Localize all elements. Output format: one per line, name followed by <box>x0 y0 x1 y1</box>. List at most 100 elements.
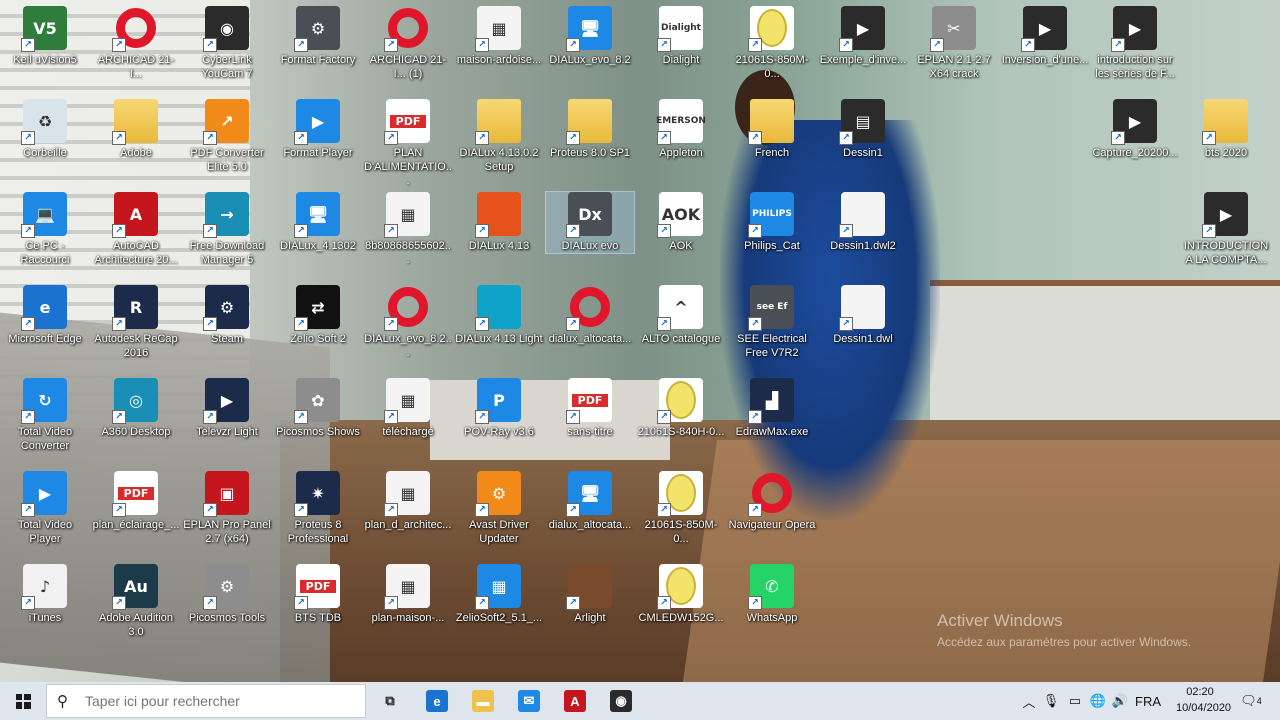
desktop-icon[interactable]: ▶ ↗ introduction sur les séries de F... <box>1091 6 1179 81</box>
desktop-icon[interactable]: ▦ ↗ téléchargé <box>364 378 452 439</box>
desktop-icon[interactable]: ⚙ ↗ Format Factory <box>274 6 362 67</box>
desktop-icon[interactable]: 🖥 ↗ DIALux_4.1302 <box>274 192 362 253</box>
search-input[interactable] <box>83 692 347 710</box>
desktop-icon[interactable]: 🖥 ↗ dialux_altocata... <box>546 471 634 532</box>
taskbar-app-mail[interactable]: ✉ <box>506 682 552 720</box>
autocad-icon: A <box>564 690 586 712</box>
desktop-icon[interactable]: ↗ dialux_altocata... <box>546 285 634 346</box>
desktop-icon[interactable]: ◎ ↗ A360 Desktop <box>92 378 180 439</box>
desktop-icon[interactable]: ↗ CMLEDW152G... <box>637 564 725 625</box>
desktop-icon[interactable]: ↗ ARCHICAD 21-I... <box>92 6 180 81</box>
shortcut-arrow-icon: ↗ <box>294 503 308 517</box>
windows-logo-icon <box>15 693 31 709</box>
desktop-icon[interactable]: ↗ ARCHICAD 21-I... (1) <box>364 6 452 81</box>
taskbar-app-edge[interactable]: e <box>414 682 460 720</box>
desktop-icon[interactable]: ↗ ↗ PDF Converter Elite 5.0 <box>183 99 271 174</box>
desktop-icon[interactable]: ↗ plan_éclairage_... <box>92 471 180 532</box>
desktop-icon[interactable]: ↗ Dessin1.dwl2 <box>819 192 907 253</box>
desktop-icon[interactable]: see Ef ↗ SEE Electrical Free V7R2 <box>728 285 816 360</box>
desktop-icon[interactable]: P ↗ POV-Ray v3.6 <box>455 378 543 439</box>
desktop-icon[interactable]: EMERSON ↗ Appleton <box>637 99 725 160</box>
desktop-icon[interactable]: 💻 ↗ Ce PC - Raccourci <box>1 192 89 267</box>
start-button[interactable] <box>0 682 46 720</box>
desktop-icon[interactable]: ⚙ ↗ Steam <box>183 285 271 346</box>
desktop-icon[interactable]: ↗ DIALux 4.13 <box>455 192 543 253</box>
desktop-icon[interactable]: ↗ Navigateur Opera <box>728 471 816 532</box>
clock[interactable]: 02:20 10/04/2020 <box>1176 684 1231 716</box>
desktop-icon[interactable]: ▦ ↗ ZelioSoft2_5.1_... <box>455 564 543 625</box>
desktop-icon[interactable]: ↗ 21061S-840H-0... <box>637 378 725 439</box>
microphone-icon[interactable]: 🎙 <box>1042 682 1060 720</box>
desktop-icon[interactable]: V5 ↗ Keil uVision5 <box>1 6 89 67</box>
desktop-icon[interactable]: ↗ BTS TDB <box>274 564 362 625</box>
app-icon: ▶ ↗ <box>1111 6 1157 52</box>
desktop-icon[interactable]: ◉ ↗ CyberLink YouCam 7 <box>183 6 271 81</box>
desktop-icon[interactable]: ⚙ ↗ Picosmos Tools <box>183 564 271 625</box>
desktop-icon[interactable]: ▶ ↗ Inversion_d'une... <box>1001 6 1089 67</box>
app-icon: ↗ <box>566 99 612 145</box>
desktop-icon[interactable]: ▦ ↗ plan_d_architec... <box>364 471 452 532</box>
desktop-icon[interactable]: ↻ ↗ Total Video Converter <box>1 378 89 453</box>
desktop-icon[interactable]: ▤ ↗ Dessin1 <box>819 99 907 160</box>
desktop-icon[interactable]: ↗ DIALux 4.13.0.2 Setup <box>455 99 543 174</box>
desktop-icon[interactable]: e ↗ Microsoft Edge <box>1 285 89 346</box>
desktop-icon[interactable]: Dialight ↗ Dialight <box>637 6 725 67</box>
desktop-icon[interactable]: ▟ ↗ EdrawMax.exe <box>728 378 816 439</box>
shortcut-arrow-icon: ↗ <box>566 38 580 52</box>
taskbar-app-file-explorer[interactable]: ▬ <box>460 682 506 720</box>
desktop-icon[interactable]: ↗ PLAN D'ALIMENTATIO... <box>364 99 452 188</box>
desktop-icon[interactable]: PHILIPS ↗ Philips_Cat <box>728 192 816 253</box>
app-icon: ↗ <box>112 6 158 52</box>
desktop-icon[interactable]: ▶ ↗ Total Video Player <box>1 471 89 546</box>
taskbar-app-youcam[interactable]: ◉ <box>598 682 644 720</box>
desktop-icon[interactable]: ▶ ↗ Exemple_d'inve... <box>819 6 907 67</box>
show-hidden-icons-chevron-icon[interactable]: ︿ <box>1020 682 1038 720</box>
desktop-icon[interactable]: ↗ Arlight <box>546 564 634 625</box>
desktop-icon[interactable]: ↗ Dessin1.dwl <box>819 285 907 346</box>
desktop-icon[interactable]: ✆ ↗ WhatsApp <box>728 564 816 625</box>
desktop-icon[interactable]: A ↗ AutoCAD Architecture 20... <box>92 192 180 267</box>
desktop-icon[interactable]: ▦ ↗ plan-maison-... <box>364 564 452 625</box>
desktop-icon[interactable]: ⚙ ↗ Avast Driver Updater <box>455 471 543 546</box>
desktop-icon[interactable]: ↗ 21061S-850M-0... <box>728 6 816 81</box>
desktop-icon[interactable]: Dx ↗ DIALux evo <box>545 191 635 254</box>
desktop-icon[interactable]: ↗ DIALux 4.13 Light <box>455 285 543 346</box>
desktop-icon[interactable]: ↗ bts 2020 <box>1182 99 1270 160</box>
action-center-button[interactable]: 🗨 4 <box>1234 682 1268 720</box>
desktop-icon[interactable]: ⇄ ↗ Zelio Soft 2 <box>274 285 362 346</box>
desktop-icon[interactable]: ↗ 21061S-850M-0... <box>637 471 725 546</box>
desktop-icon[interactable]: ▶ ↗ INTRODUCTION A LA COMPTA... <box>1182 192 1270 267</box>
shortcut-arrow-icon: ↗ <box>112 38 126 52</box>
desktop-icon[interactable]: ▶ ↗ Televzr Light <box>183 378 271 439</box>
desktop-icon[interactable]: ♻ ↗ Corbeille <box>1 99 89 160</box>
taskbar-app-autocad[interactable]: A <box>552 682 598 720</box>
desktop-icon[interactable]: ✂ ↗ EPLAN 2.1-2.7 X64 crack <box>910 6 998 81</box>
desktop-icon[interactable]: ♪ ↗ iTunes <box>1 564 89 625</box>
desktop-icon[interactable]: ✿ ↗ Picosmos Shows <box>274 378 362 439</box>
desktop-icon[interactable]: 🖥 ↗ DIALux_evo_8.2 <box>546 6 634 67</box>
desktop-icon[interactable]: ▦ ↗ 8b80868655602... <box>364 192 452 267</box>
network-icon[interactable]: 🌐 <box>1088 682 1108 720</box>
shortcut-arrow-icon: ↗ <box>294 131 308 145</box>
desktop-icon[interactable]: AOK ↗ AOK <box>637 192 725 253</box>
battery-icon[interactable]: ▭ <box>1064 682 1086 720</box>
app-icon: ↗ <box>566 564 612 610</box>
desktop-icon[interactable]: ↗ sans-titre <box>546 378 634 439</box>
desktop-icon[interactable]: ↗ Adobe <box>92 99 180 160</box>
desktop-icon[interactable]: → ↗ Free Download Manager 5 <box>183 192 271 267</box>
desktop-icon[interactable]: ▣ ↗ EPLAN Pro Panel 2.7 (x64) <box>183 471 271 546</box>
desktop-icon[interactable]: ↗ Proteus 8.0 SP1 <box>546 99 634 160</box>
desktop-icon[interactable]: R ↗ Autodesk ReCap 2016 <box>92 285 180 360</box>
desktop-icon[interactable]: ▦ ↗ maison-ardoise... <box>455 6 543 67</box>
desktop-icon[interactable]: ↗ French <box>728 99 816 160</box>
desktop-icon[interactable]: ▶ ↗ Capture_20200... <box>1091 99 1179 160</box>
language-indicator[interactable]: FRA <box>1134 682 1162 720</box>
search-box[interactable]: ⚲ <box>46 684 366 718</box>
taskbar-app-task-view[interactable]: ⧉ <box>367 682 413 720</box>
volume-icon[interactable]: 🔊 <box>1110 682 1130 720</box>
desktop-icon[interactable]: ✷ ↗ Proteus 8 Professional <box>274 471 362 546</box>
desktop-icon[interactable]: ^ ↗ ALTO catalogue <box>637 285 725 346</box>
desktop-icon[interactable]: Au ↗ Adobe Audition 3.0 <box>92 564 180 639</box>
desktop-icon[interactable]: ▶ ↗ Format Player <box>274 99 362 160</box>
desktop-icon[interactable]: ↗ DIALux_evo_8.2... <box>364 285 452 360</box>
